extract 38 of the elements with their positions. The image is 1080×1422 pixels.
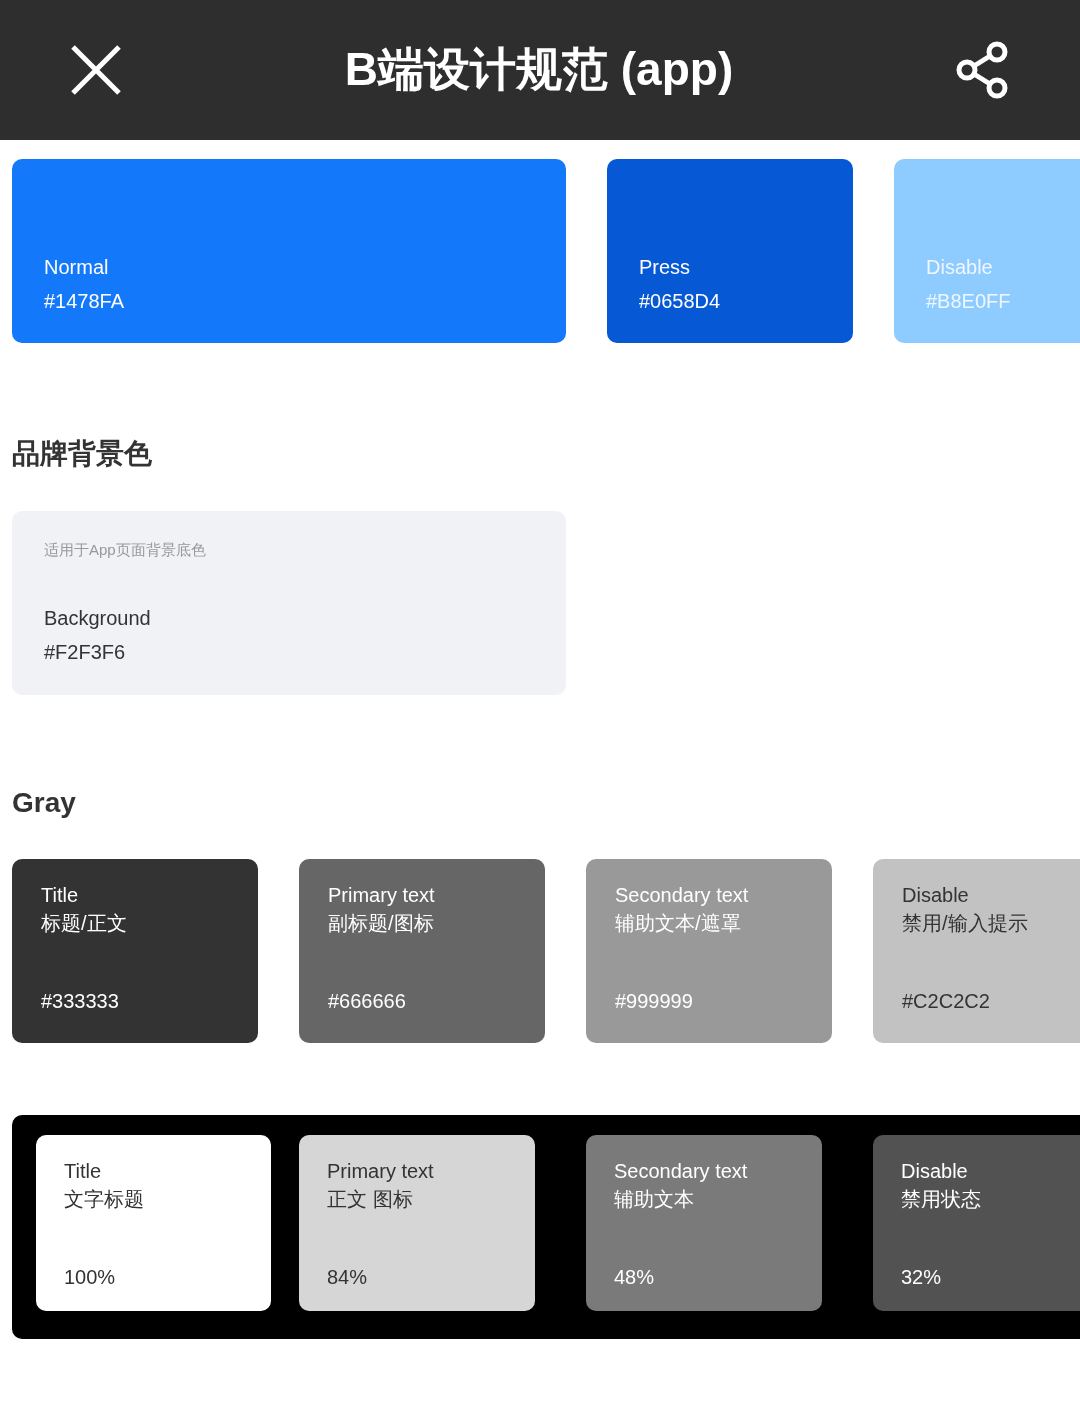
swatch-code: #B8E0FF [926,289,1012,314]
swatch-code: #1478FA [44,289,126,314]
swatch-name: Disable [926,255,994,280]
swatch-usage: 禁用/输入提示 [902,911,1029,936]
swatch-name: Normal [44,255,110,280]
swatch-usage: 辅助文本 [614,1187,695,1212]
swatch-name: Secondary text [615,883,750,908]
swatch-name: Title [41,883,80,908]
share-icon[interactable] [956,41,1010,99]
swatch-name: Background [44,606,152,631]
page-title: B端设计规范 (app) [344,42,734,97]
swatch-name: Secondary text [614,1159,749,1184]
swatch-code: #F2F3F6 [44,640,127,665]
swatch-code: 32% [901,1265,943,1290]
swatch-code: #999999 [615,989,694,1014]
swatch-usage: 正文 图标 [327,1187,414,1212]
swatch-usage: 文字标题 [64,1187,145,1212]
swatch-code: #666666 [328,989,407,1014]
swatch-usage: 辅助文本/遮罩 [615,911,742,936]
swatch-usage: 标题/正文 [41,911,128,936]
swatch-usage: 副标题/图标 [328,911,435,936]
swatch-code: #333333 [41,989,120,1014]
section-heading: Gray [11,786,77,820]
swatch-name: Primary text [327,1159,435,1184]
swatch-name: Disable [902,883,970,908]
swatch-code: 84% [327,1265,369,1290]
swatch-name: Title [64,1159,103,1184]
swatch-code: #C2C2C2 [902,989,991,1014]
swatch-name: Press [639,255,692,280]
swatch-usage: 禁用状态 [901,1187,982,1212]
swatch-code: 100% [64,1265,117,1290]
section-heading: 品牌背景色 [11,437,153,471]
swatch-code: #0658D4 [639,289,722,314]
swatch-code: 48% [614,1265,656,1290]
swatch-name: Disable [901,1159,969,1184]
close-icon[interactable] [70,44,122,96]
usage-note: 适用于App页面背景底色 [44,540,207,560]
swatch-name: Primary text [328,883,436,908]
